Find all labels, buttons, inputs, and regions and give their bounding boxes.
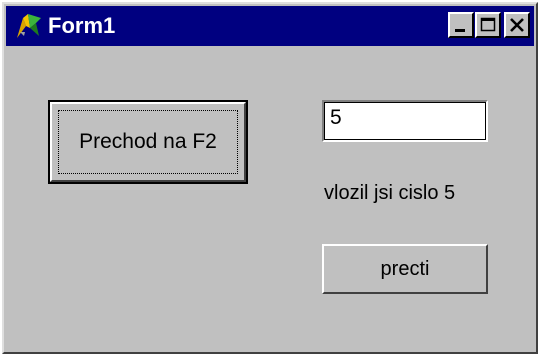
window-title: Form1	[48, 13, 116, 38]
minimize-button[interactable]	[448, 12, 474, 38]
close-icon	[510, 18, 524, 32]
title-bar[interactable]: Form1	[6, 6, 534, 46]
maximize-icon	[480, 17, 496, 32]
precti-button-label: precti	[380, 257, 430, 280]
number-input[interactable]: 5	[322, 100, 488, 142]
maximize-button[interactable]	[475, 12, 501, 38]
close-button[interactable]	[504, 12, 530, 38]
form1-window: Form1 Prechod na F2 5 vlozil jsi cislo 5	[2, 2, 538, 354]
form-client-area: Prechod na F2 5 vlozil jsi cislo 5 prect…	[6, 48, 534, 350]
info-label: vlozil jsi cislo 5	[324, 182, 456, 204]
precti-button[interactable]: precti	[322, 244, 488, 294]
focus-rectangle	[58, 110, 238, 174]
minimize-icon	[455, 29, 465, 32]
prechod-na-f2-button[interactable]: Prechod na F2	[48, 100, 248, 184]
delphi-app-icon[interactable]	[14, 12, 44, 40]
